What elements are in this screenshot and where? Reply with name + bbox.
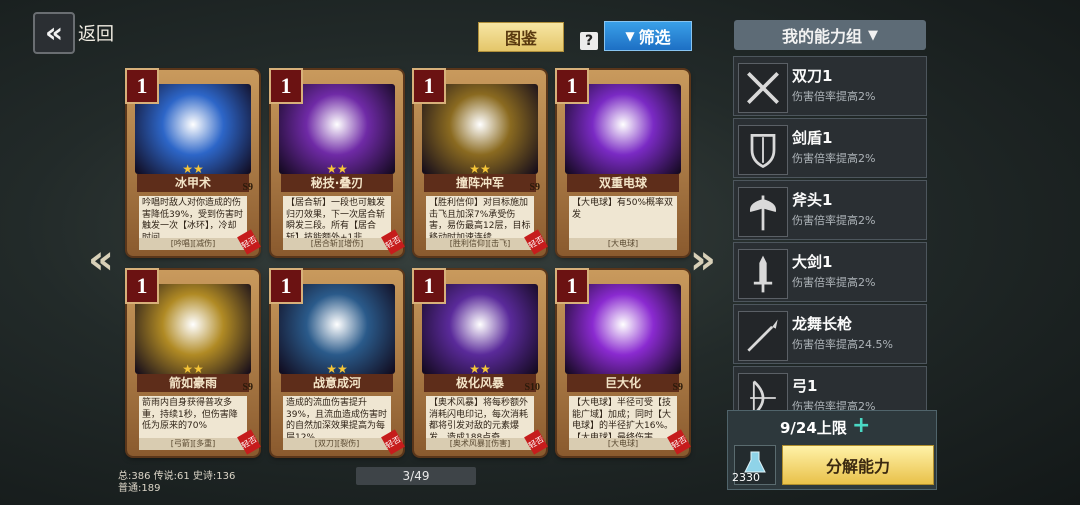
card-tags: [弓箭][多重] [139,438,247,450]
card-season-id: S10 [524,382,540,393]
card-name: 巨大化 [567,374,679,392]
card-season-id: S9 [672,382,683,393]
card-stars: ★★ [469,362,491,376]
spear-icon [738,311,788,361]
card-season-id: S9 [529,182,540,193]
card-tags: [大电球] [569,238,677,250]
card-name: 战意成河 [281,374,393,392]
deck-limit-panel: 9/24上限 + 2330 分解能力 [727,410,937,490]
card-tags: [吟唱][减伤] [139,238,247,250]
totals-line-2: 普通:189 [118,483,161,494]
card-stars: ★★ [326,162,348,176]
deck-item-bonus: 伤害倍率提高24.5% [792,338,893,351]
ability-card[interactable]: 1 ★★ 箭如豪雨 S9 箭雨内自身获得普攻多重，持续1秒，但伤害降低为原来的70% [弓… [125,268,261,456]
card-name: 双重电球 [567,174,679,192]
card-tags: [胜利信仰][击飞] [426,238,534,250]
card-season-id: S9 [242,382,253,393]
card-stars: ★★ [182,162,204,176]
card-description: 【大电球】半径可受【技能广域】加成；同时【大电球】的半径扩大16%。【大电球】最… [569,396,677,438]
deck-item-title: 大剑1 [792,253,833,271]
deck-item-title: 剑盾1 [792,129,833,147]
deck-dropdown[interactable]: 我的能力组 ▼ [734,20,926,50]
deck-item-bonus: 伤害倍率提高2% [792,152,876,165]
ability-card[interactable]: 1 ★★ 极化风暴 S10 【奥术风暴】将每秒额外消耗闪电印记，每次消耗都将引发对敌的元… [412,268,548,456]
deck-item[interactable]: 龙舞长枪伤害倍率提高24.5% [733,304,927,364]
ability-card[interactable]: 1 双重电球【大电球】有50%概率双发 [大电球] [555,68,689,256]
card-description: 【胜利信仰】对目标施加击飞且加深7%承受伤害，易伤最高12层，目标移动时加速连续 [426,196,534,238]
totals-line-1: 总:386 传说:61 史诗:136 [118,471,236,482]
back-button[interactable]: « [33,12,75,54]
card-tags: [大电球] [569,438,677,450]
top-bar: « 返回 图鉴 ? ▼ 筛选 我的能力组 ▼ [0,0,1080,56]
deck-item[interactable]: 双刀1 伤害倍率提高2% [733,56,927,116]
card-name: 箭如豪雨 [137,374,249,392]
triangle-down-icon: ▼ [868,27,878,43]
greatsword-icon [738,249,788,299]
filter-button[interactable]: ▼ 筛选 [604,21,692,51]
card-season-id: S9 [242,182,253,193]
card-description: 箭雨内自身获得普攻多重，持续1秒，但伤害降低为原来的70% [139,396,247,438]
card-cost: 1 [555,268,589,304]
deck-item[interactable]: 大剑1 伤害倍率提高2% [733,242,927,302]
card-totals: 总:386 传说:61 史诗:136 普通:189 [118,471,235,495]
deck-item-bonus: 伤害倍率提高2% [792,214,876,227]
page-indicator: 3/49 [356,467,476,485]
deck-limit-text: 9/24上限 [780,419,847,437]
card-name: 冰甲术 [137,174,249,192]
card-description: 【大电球】有50%概率双发 [569,196,677,238]
card-description: 【居合斩】一段也可触发归刃效果，下一次居合斩瞬发三段。所有【居合斩】技能额外+1… [283,196,391,238]
ability-card[interactable]: 1 ★★ 撞阵冲军 S9 【胜利信仰】对目标施加击飞且加深7%承受伤害，易伤最高12层，… [412,68,548,256]
tab-atlas[interactable]: 图鉴 [478,22,564,52]
card-name: 极化风暴 [424,374,536,392]
sword-shield-icon [738,125,788,175]
prev-page-arrow-icon[interactable]: « [88,240,114,280]
decompose-button[interactable]: 分解能力 [782,445,934,485]
deck-item-title: 弓1 [792,377,818,395]
card-cost: 1 [412,268,446,304]
card-name: 秘技·叠刃 [281,174,393,192]
card-cost: 1 [555,68,589,104]
back-label[interactable]: 返回 [78,20,114,46]
deck-item-title: 双刀1 [792,67,833,85]
card-cost: 1 [125,268,159,304]
card-stars: ★★ [182,362,204,376]
help-icon[interactable]: ? [580,32,598,50]
card-description: 造成的流血伤害提升39%，且流血造成伤害时的自然加深效果提高为每层12% [283,396,391,438]
ability-card[interactable]: 1 ★★ 冰甲术 S9 吟唱时敌人对你造成的伤害降低39%，受到伤害时触发一次【冰环】，… [125,68,261,256]
deck-item-title: 斧头1 [792,191,833,209]
card-stars: ★★ [469,162,491,176]
card-cost: 1 [269,68,303,104]
ability-card[interactable]: 1 巨大化 S9 【大电球】半径可受【技能广域】加成；同时【大电球】的半径扩大16%。… [555,268,691,456]
card-description: 吟唱时敌人对你造成的伤害降低39%，受到伤害时触发一次【冰环】，冷却时间 [139,196,247,238]
card-cost: 1 [412,68,446,104]
double-chevron-left-icon: « [44,16,64,49]
ability-card[interactable]: 1 ★★ 秘技·叠刃【居合斩】一段也可触发归刃效果，下一次居合斩瞬发三段。所有【居合… [269,68,405,256]
dual-blades-icon [738,63,788,113]
plus-icon[interactable]: + [852,415,870,437]
next-page-arrow-icon[interactable]: » [690,240,716,280]
card-name: 撞阵冲军 [424,174,536,192]
filter-label: 筛选 [638,28,671,47]
card-tags: [居合斩][增伤] [283,238,391,250]
deck-item[interactable]: 斧头1 伤害倍率提高2% [733,180,927,240]
deck-item-bonus: 伤害倍率提高2% [792,276,876,289]
ability-card[interactable]: 1 ★★ 战意成河造成的流血伤害提升39%，且流血造成伤害时的自然加深效果提高为每层… [269,268,405,456]
triangle-down-icon: ▼ [625,29,635,43]
card-cost: 1 [125,68,159,104]
deck-item[interactable]: 剑盾1 伤害倍率提高2% [733,118,927,178]
deck-title: 我的能力组 [781,27,862,46]
deck-item-title: 龙舞长枪 [792,315,853,333]
flask-count: 2330 [732,471,760,484]
deck-item-bonus: 伤害倍率提高2% [792,90,876,103]
axe-icon [738,187,788,237]
card-cost: 1 [269,268,303,304]
card-tags: [奥术风暴][伤害] [426,438,534,450]
card-description: 【奥术风暴】将每秒额外消耗闪电印记，每次消耗都将引发对敌的元素爆发，造成188点… [426,396,534,438]
card-tags: [双刀][裂伤] [283,438,391,450]
card-stars: ★★ [326,362,348,376]
